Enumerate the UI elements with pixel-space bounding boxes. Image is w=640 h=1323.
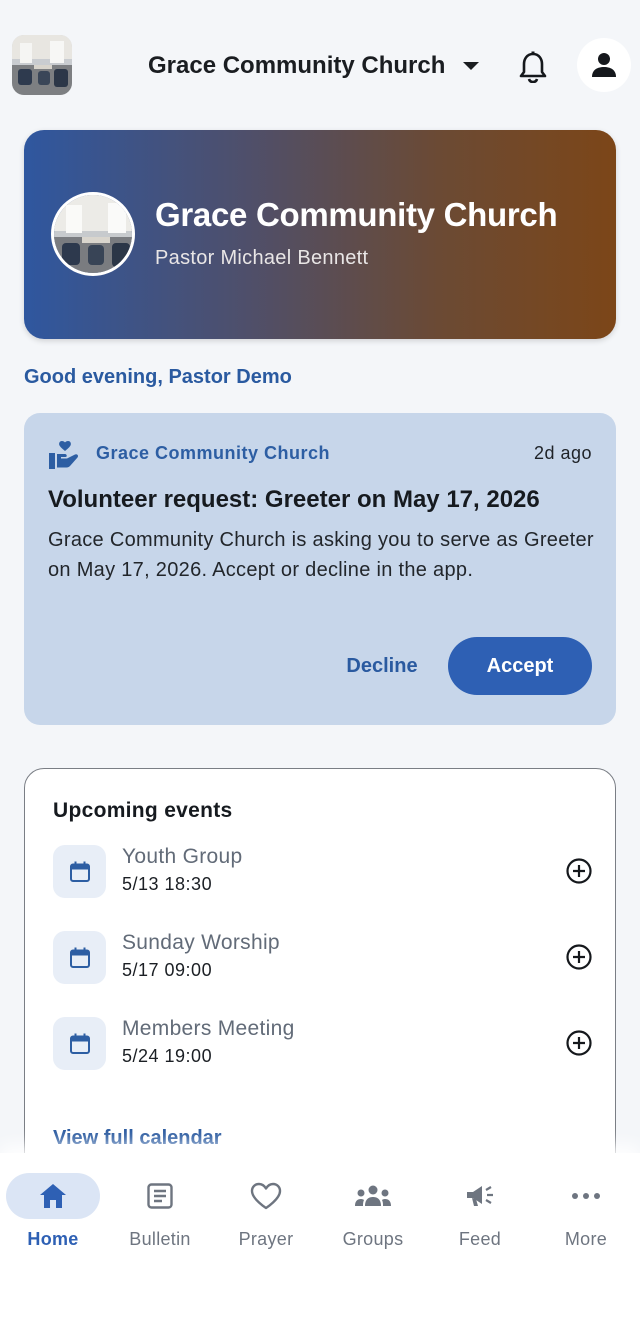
church-selector[interactable]: Grace Community Church [148, 46, 480, 86]
volunteer-hand-heart-icon [48, 439, 80, 471]
events-heading: Upcoming events [53, 799, 233, 822]
event-item[interactable]: Youth Group 5/13 18:30 [53, 843, 593, 899]
event-item[interactable]: Sunday Worship 5/17 09:00 [53, 929, 593, 985]
view-full-calendar-link[interactable]: View full calendar [53, 1127, 222, 1150]
nav-feed-label: Feed [458, 1229, 502, 1249]
calendar-icon [53, 845, 106, 898]
notification-source: Grace Community Church [96, 443, 331, 463]
nav-prayer-icon-pill [219, 1173, 313, 1219]
event-time: 5/24 19:00 [122, 1046, 213, 1066]
event-item[interactable]: Members Meeting 5/24 19:00 [53, 1015, 593, 1071]
event-time: 5/13 18:30 [122, 874, 213, 894]
calendar-icon [53, 1017, 106, 1070]
nav-home-icon-pill [6, 1173, 100, 1219]
add-to-calendar-icon[interactable] [565, 857, 593, 885]
heart-icon [250, 1182, 282, 1210]
church-avatar [51, 192, 135, 276]
nav-groups-label: Groups [342, 1229, 404, 1249]
decline-button[interactable]: Decline [332, 637, 432, 695]
nav-bulletin-icon-pill [113, 1173, 207, 1219]
nav-groups-icon-pill [326, 1173, 420, 1219]
church-hero-banner: Grace Community Church Pastor Michael Be… [24, 130, 616, 339]
accept-button[interactable]: Accept [448, 637, 592, 695]
nav-more-label: More [564, 1229, 608, 1249]
nav-feed-icon-pill [433, 1173, 527, 1219]
church-thumbnail[interactable] [12, 35, 72, 95]
more-icon [572, 1193, 600, 1199]
nav-prayer[interactable]: Prayer [213, 1173, 319, 1253]
event-name: Sunday Worship [122, 931, 280, 954]
nav-more[interactable]: More [533, 1173, 639, 1253]
home-icon [40, 1184, 66, 1208]
event-time: 5/17 09:00 [122, 960, 213, 980]
notifications-bell-icon[interactable] [512, 46, 554, 88]
profile-button[interactable] [577, 38, 631, 92]
nav-groups[interactable]: Groups [320, 1173, 426, 1253]
hero-title: Grace Community Church [155, 196, 558, 233]
bottom-navigation: Home Bulletin Prayer Groups Feed More [0, 1153, 640, 1323]
notification-title: Volunteer request: Greeter on May 17, 20… [48, 486, 540, 513]
notification-time: 2d ago [533, 443, 592, 463]
groups-icon [355, 1185, 391, 1206]
notification-body: Grace Community Church is asking you to … [48, 529, 594, 581]
top-bar: Grace Community Church [0, 0, 640, 130]
bulletin-icon [147, 1183, 173, 1209]
greeting-text: Good evening, Pastor Demo [24, 366, 292, 388]
calendar-icon [53, 931, 106, 984]
event-name: Members Meeting [122, 1017, 295, 1040]
nav-prayer-label: Prayer [238, 1229, 294, 1249]
church-selector-label: Grace Community Church [148, 52, 446, 79]
nav-bulletin[interactable]: Bulletin [107, 1173, 213, 1253]
caret-down-icon [463, 62, 480, 70]
upcoming-events-card: Upcoming events Youth Group 5/13 18:30 S… [24, 768, 616, 1188]
nav-home[interactable]: Home [0, 1173, 106, 1253]
megaphone-icon [467, 1186, 493, 1206]
add-to-calendar-icon[interactable] [565, 943, 593, 971]
volunteer-request-card: Grace Community Church 2d ago Volunteer … [24, 413, 616, 725]
person-icon [592, 53, 616, 77]
add-to-calendar-icon[interactable] [565, 1029, 593, 1057]
nav-home-label: Home [27, 1229, 79, 1249]
event-name: Youth Group [122, 845, 243, 868]
nav-feed[interactable]: Feed [427, 1173, 533, 1253]
nav-more-icon-pill [539, 1173, 633, 1219]
hero-subtitle: Pastor Michael Bennett [155, 247, 369, 269]
nav-bulletin-label: Bulletin [129, 1229, 191, 1249]
